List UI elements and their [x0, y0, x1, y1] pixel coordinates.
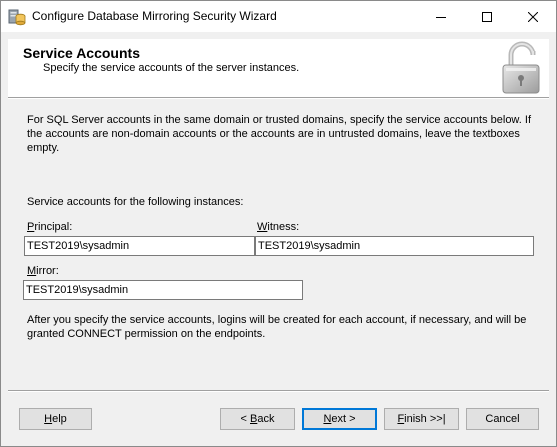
help-button-key: H	[44, 413, 53, 425]
back-button-text: ack	[257, 413, 275, 425]
minimize-icon	[436, 16, 446, 18]
database-server-icon	[8, 8, 26, 26]
witness-account-input[interactable]	[255, 236, 534, 256]
help-button[interactable]: Help	[19, 408, 92, 430]
minimize-button[interactable]	[418, 1, 464, 32]
wizard-window: Configure Database Mirroring Security Wi…	[0, 0, 557, 447]
mirror-account-input[interactable]	[23, 280, 303, 300]
back-button[interactable]: < Back	[220, 408, 295, 430]
maximize-icon	[482, 11, 492, 22]
witness-label-key: W	[257, 221, 268, 233]
maximize-button[interactable]	[464, 1, 510, 32]
next-button[interactable]: Next >	[302, 408, 377, 430]
cancel-button[interactable]: Cancel	[466, 408, 539, 430]
info-text: For SQL Server accounts in the same doma…	[27, 114, 531, 154]
back-button-prefix: <	[240, 413, 250, 425]
next-button-text: ext >	[331, 413, 356, 425]
mirror-label: Mirror:	[27, 265, 59, 277]
window-title: Configure Database Mirroring Security Wi…	[32, 9, 277, 23]
footer-divider	[8, 390, 549, 392]
principal-label-text: rincipal:	[34, 221, 73, 233]
close-icon	[528, 11, 538, 22]
principal-account-input[interactable]	[24, 236, 255, 256]
finish-button-text: inish >>|	[404, 413, 446, 425]
principal-label: Principal:	[27, 221, 72, 233]
wizard-header: Service Accounts Specify the service acc…	[8, 39, 549, 97]
page-subtitle: Specify the service accounts of the serv…	[43, 62, 300, 74]
finish-button[interactable]: Finish >>|	[384, 408, 459, 430]
page-title: Service Accounts	[23, 45, 140, 61]
mirror-label-text: irror:	[36, 265, 59, 277]
close-button[interactable]	[510, 1, 556, 32]
header-divider	[8, 97, 549, 99]
instances-label: Service accounts for the following insta…	[27, 196, 244, 208]
title-bar[interactable]: Configure Database Mirroring Security Wi…	[1, 1, 556, 32]
after-text: After you specify the service accounts, …	[27, 314, 527, 340]
help-button-text: elp	[52, 413, 67, 425]
mirror-label-key: M	[27, 265, 37, 277]
witness-label: Witness:	[257, 221, 299, 233]
padlock-icon	[499, 41, 545, 95]
witness-label-text: itness:	[267, 221, 300, 233]
